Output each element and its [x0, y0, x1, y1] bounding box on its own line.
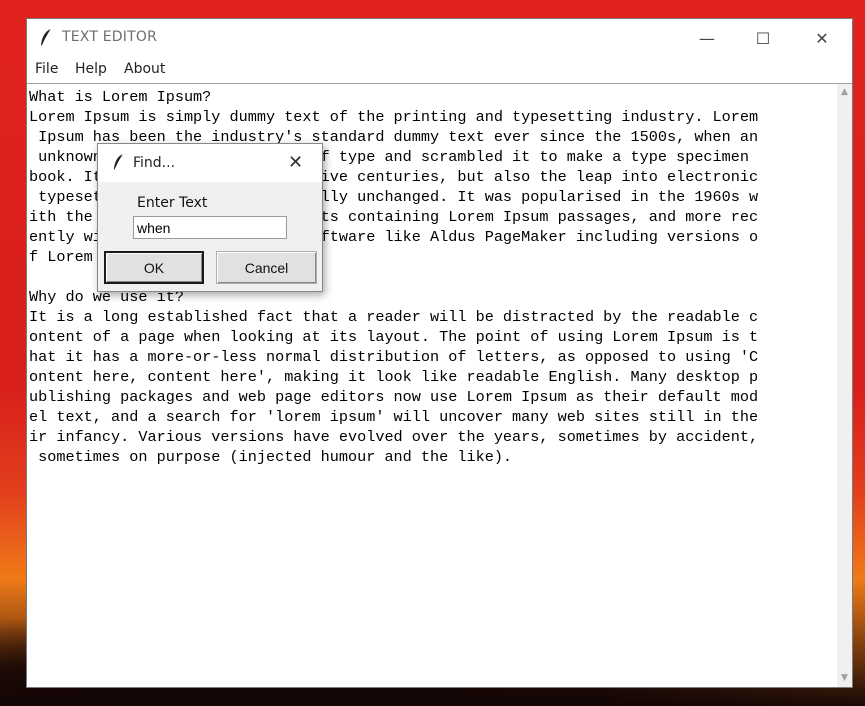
- close-icon: ✕: [815, 28, 829, 48]
- find-dialog: Find... ✕ Enter Text OK Cancel: [97, 143, 323, 292]
- scroll-down-icon[interactable]: ▼: [837, 670, 852, 686]
- scroll-up-icon[interactable]: ▲: [837, 84, 852, 100]
- title-bar[interactable]: TEXT EDITOR — ☐ ✕: [27, 19, 852, 57]
- cancel-button[interactable]: Cancel: [216, 251, 317, 284]
- feather-icon: [41, 28, 52, 47]
- close-icon[interactable]: ✕: [288, 152, 303, 173]
- menu-bar: File Help About: [27, 57, 852, 83]
- ok-button[interactable]: OK: [104, 251, 204, 284]
- editor-line: ontent here, content here', making it lo…: [29, 368, 759, 386]
- menu-help[interactable]: Help: [75, 61, 107, 77]
- close-button[interactable]: ✕: [799, 19, 845, 57]
- minimize-icon: —: [699, 28, 715, 48]
- find-dialog-title-bar[interactable]: Find... ✕: [98, 144, 322, 182]
- editor-line: hat it has a more-or-less normal distrib…: [29, 348, 759, 366]
- editor-line: ontent of a page when looking at its lay…: [29, 328, 759, 346]
- menu-file[interactable]: File: [35, 61, 58, 77]
- editor-line: sometimes on purpose (injected humour an…: [29, 448, 513, 466]
- window-title: TEXT EDITOR: [62, 29, 157, 45]
- find-dialog-title: Find...: [133, 155, 176, 171]
- editor-line: What is Lorem Ipsum?: [29, 88, 212, 106]
- editor-line: el text, and a search for 'lorem ipsum' …: [29, 408, 759, 426]
- text-editor-window: TEXT EDITOR — ☐ ✕ File Help About What i…: [26, 18, 853, 688]
- editor-line: Lorem Ipsum is simply dummy text of the …: [29, 108, 759, 126]
- find-input[interactable]: [133, 216, 287, 239]
- editor-line: It is a long established fact that a rea…: [29, 308, 759, 326]
- editor-line: ublishing packages and web page editors …: [29, 388, 759, 406]
- feather-icon: [113, 153, 124, 171]
- editor-line: ir infancy. Various versions have evolve…: [29, 428, 759, 446]
- minimize-button[interactable]: —: [684, 19, 730, 57]
- maximize-button[interactable]: ☐: [740, 19, 786, 57]
- maximize-icon: ☐: [755, 28, 771, 48]
- vertical-scrollbar[interactable]: ▲ ▼: [837, 83, 852, 687]
- enter-text-label: Enter Text: [137, 195, 208, 211]
- menu-about[interactable]: About: [124, 61, 165, 77]
